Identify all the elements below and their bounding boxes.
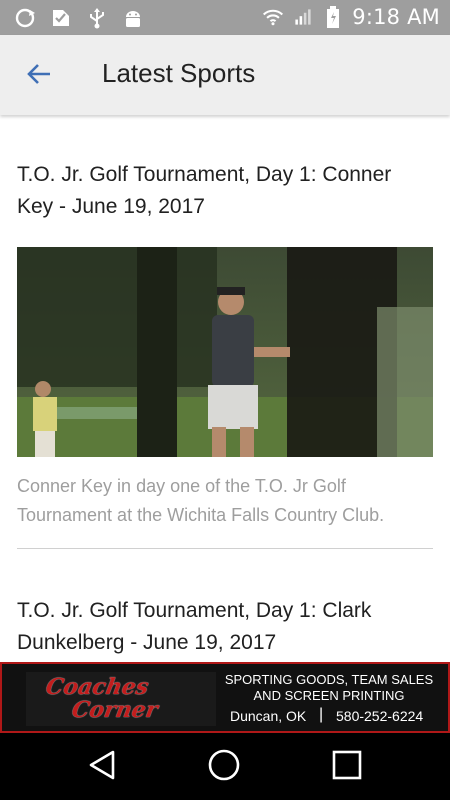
arrow-back-icon	[26, 62, 52, 91]
ad-banner[interactable]: Coaches Corner SPORTING GOODS, TEAM SALE…	[0, 662, 450, 733]
nav-recents-button[interactable]	[329, 749, 365, 785]
article-title[interactable]: T.O. Jr. Golf Tournament, Day 1: Conner …	[17, 159, 433, 223]
status-left-icons	[14, 7, 144, 29]
article-caption: Conner Key in day one of the T.O. Jr Gol…	[17, 476, 385, 525]
back-triangle-icon	[87, 749, 117, 786]
app-bar: Latest Sports	[0, 35, 450, 115]
article-list[interactable]: T.O. Jr. Golf Tournament, Day 1: Conner …	[0, 115, 450, 662]
article-title[interactable]: T.O. Jr. Golf Tournament, Day 1: Clark D…	[17, 595, 433, 659]
ad-logo-text: Coaches Corner	[30, 674, 216, 723]
status-bar: 9:18 AM	[0, 0, 450, 35]
usb-icon	[86, 7, 108, 29]
article-divider	[17, 548, 433, 549]
article-item[interactable]: T.O. Jr. Golf Tournament, Day 1: Clark D…	[0, 595, 450, 659]
nav-home-button[interactable]	[206, 749, 242, 785]
wifi-icon	[262, 6, 284, 28]
ad-tagline-1: SPORTING GOODS, TEAM SALES	[224, 672, 434, 687]
status-time: 9:18 AM	[352, 5, 440, 29]
signal-icon	[292, 6, 314, 28]
page-title: Latest Sports	[102, 58, 256, 88]
ad-logo: Coaches Corner	[26, 672, 216, 726]
home-circle-icon	[207, 748, 241, 787]
ad-phone: 580-252-6224	[336, 708, 424, 724]
sync-icon	[14, 7, 36, 29]
recents-square-icon	[331, 749, 363, 786]
android-icon	[122, 7, 144, 29]
nav-back-button[interactable]	[84, 749, 120, 785]
article-item[interactable]: T.O. Jr. Golf Tournament, Day 1: Conner …	[0, 159, 450, 530]
ad-separator: |	[319, 706, 324, 723]
article-photo[interactable]	[17, 247, 433, 457]
ad-logo-line2: Corner	[69, 697, 160, 723]
edit-check-icon	[50, 7, 72, 29]
battery-icon	[322, 6, 344, 28]
back-button[interactable]	[22, 59, 56, 93]
status-right-icons: 9:18 AM	[262, 5, 440, 29]
ad-tagline-2: AND SCREEN PRINTING	[253, 688, 405, 703]
ad-logo-line1: Coaches	[43, 674, 151, 700]
navigation-bar	[0, 733, 450, 800]
ad-city: Duncan, OK	[230, 708, 307, 724]
